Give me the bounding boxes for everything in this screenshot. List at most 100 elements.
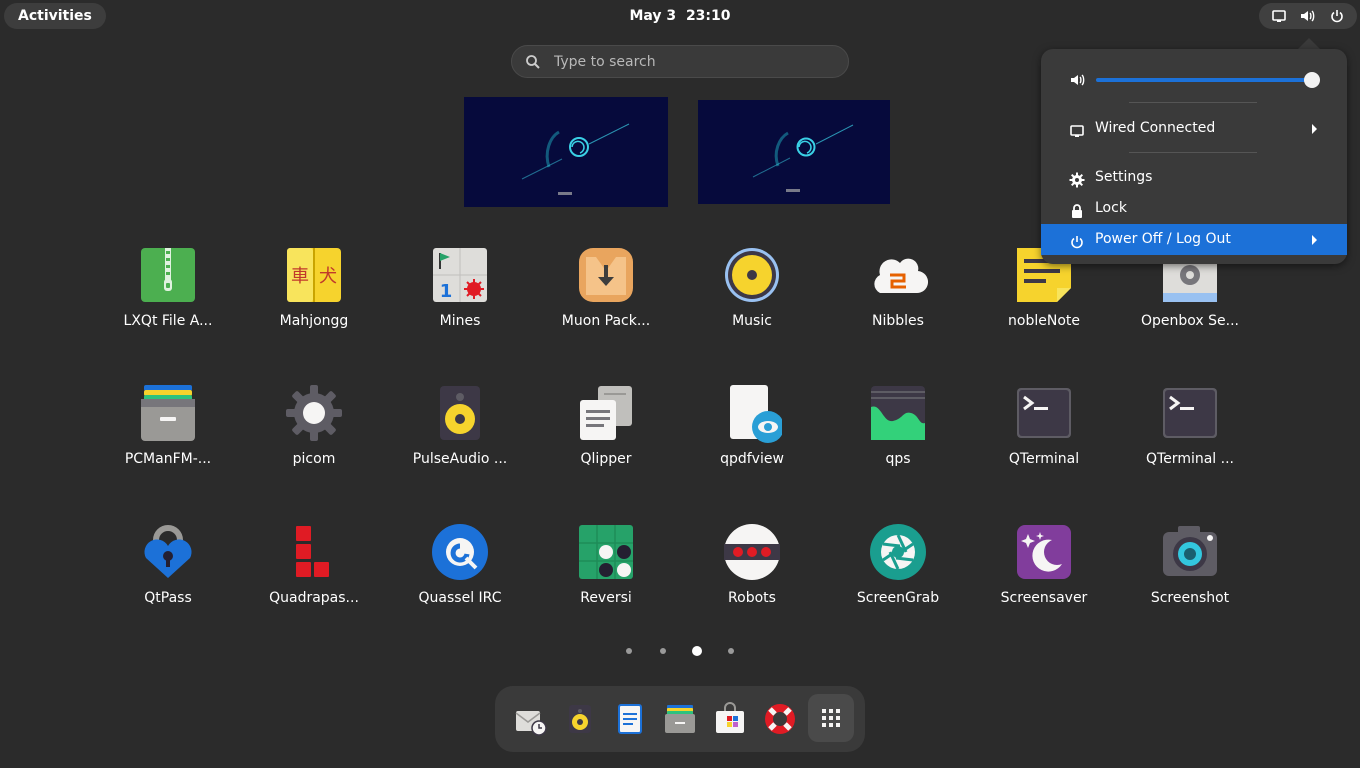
app-lxqt-file-archiver[interactable]: LXQt File A... [108,245,228,355]
search-input[interactable] [552,52,836,71]
app-reversi[interactable]: Reversi [546,522,666,632]
power-off-menu-item[interactable]: Power Off / Log Out [1041,224,1347,255]
app-mines[interactable]: 1 Mines [400,245,520,355]
app-label: PulseAudio ... [412,451,508,467]
submenu-arrow-icon [1312,124,1317,134]
page-dot-4[interactable] [728,648,734,654]
system-monitor-icon [868,383,928,443]
app-mahjongg[interactable]: 車犬 Mahjongg [254,245,374,355]
app-quadrapassel[interactable]: Quadrapas... [254,522,374,632]
terminal-icon [1014,383,1074,443]
app-quassel-irc[interactable]: Quassel IRC [400,522,520,632]
quadrapassel-icon [284,522,344,582]
app-label: nobleNote [1008,313,1080,329]
app-qtpass[interactable]: QtPass [108,522,228,632]
svg-text:犬: 犬 [319,266,337,287]
app-label: Music [732,313,772,329]
app-robots[interactable]: Robots [692,522,812,632]
document-viewer-icon [722,383,782,443]
app-label: qps [885,451,911,467]
separator [1129,152,1257,153]
app-label: Muon Pack... [561,313,651,329]
app-label: Openbox Se... [1141,313,1239,329]
app-music[interactable]: Music [692,245,812,355]
app-qterminal[interactable]: QTerminal [984,383,1104,493]
app-qlipper[interactable]: Qlipper [546,383,666,493]
clock-button[interactable]: May 3 23:10 [629,8,730,24]
page-indicator [0,645,1360,657]
show-apps-button[interactable] [808,694,854,742]
app-screenshot[interactable]: Screenshot [1130,522,1250,632]
app-qpdfview[interactable]: qpdfview [692,383,812,493]
reversi-icon [576,522,636,582]
app-pcmanfm[interactable]: PCManFM-... [108,383,228,493]
app-label: LXQt File A... [123,313,213,329]
workspace-thumbnail-1[interactable] [464,97,668,207]
app-label: ScreenGrab [856,590,940,606]
mahjongg-icon: 車犬 [284,245,344,305]
archive-zip-icon [138,245,198,305]
app-pulseaudio[interactable]: PulseAudio ... [400,383,520,493]
volume-slider-handle[interactable] [1304,72,1320,88]
app-picom[interactable]: picom [254,383,374,493]
activities-button[interactable]: Activities [4,3,106,29]
app-screensaver[interactable]: Screensaver [984,522,1104,632]
page-dot-2[interactable] [660,648,666,654]
lock-icon [1069,200,1085,218]
gear-icon [284,383,344,443]
app-label: Screensaver [1000,590,1088,606]
separator [1129,102,1257,103]
debian-wallpaper-icon [698,100,890,204]
app-label: QtPass [144,590,192,606]
search-icon [525,54,541,70]
app-label: picom [292,451,336,467]
app-label: Quadrapas... [269,590,359,606]
robots-icon [722,522,782,582]
app-label: QTerminal ... [1146,451,1234,467]
svg-text:1: 1 [440,281,453,302]
volume-icon [1299,8,1317,24]
network-wired-icon [1069,120,1085,137]
app-muon-package-manager[interactable]: Muon Pack... [546,245,666,355]
workspace-thumbnail-2[interactable] [698,100,890,204]
mail-clock-icon[interactable] [512,701,548,737]
page-dot-3[interactable] [692,646,702,656]
volume-icon [1069,72,1087,92]
page-dot-1[interactable] [626,648,632,654]
app-label: Quassel IRC [418,590,502,606]
speaker-icon [430,383,490,443]
search-box[interactable] [511,45,849,78]
app-nibbles[interactable]: Nibbles [838,245,958,355]
help-lifebuoy-icon[interactable] [762,701,798,737]
system-indicators[interactable] [1259,3,1357,29]
gear-icon [1069,169,1085,188]
nibbles-icon [868,245,928,305]
power-label: Power Off / Log Out [1095,231,1231,247]
app-label: QTerminal [1008,451,1080,467]
file-manager-icon[interactable] [662,701,698,737]
app-label: Reversi [580,590,632,606]
power-icon [1329,8,1345,24]
aperture-icon [868,522,928,582]
speaker-icon[interactable] [562,701,598,737]
screensaver-moon-icon [1014,522,1074,582]
file-manager-icon [138,383,198,443]
app-label: PCManFM-... [124,451,212,467]
settings-menu-item[interactable]: Settings [1041,162,1347,193]
settings-label: Settings [1095,169,1153,185]
app-label: qpdfview [720,451,784,467]
app-label: Mines [439,313,481,329]
text-document-icon[interactable] [612,701,648,737]
app-qps[interactable]: qps [838,383,958,493]
camera-icon [1160,522,1220,582]
lock-menu-item[interactable]: Lock [1041,193,1347,224]
volume-slider[interactable] [1096,78,1312,82]
app-qterminal-dropdown[interactable]: QTerminal ... [1130,383,1250,493]
network-menu-item[interactable]: Wired Connected [1041,113,1347,144]
app-grid-icon [822,709,840,727]
submenu-arrow-icon [1312,235,1317,245]
svg-text:車: 車 [291,266,309,287]
app-screengrab[interactable]: ScreenGrab [838,522,958,632]
power-icon [1069,231,1085,249]
software-store-icon[interactable] [712,701,748,737]
